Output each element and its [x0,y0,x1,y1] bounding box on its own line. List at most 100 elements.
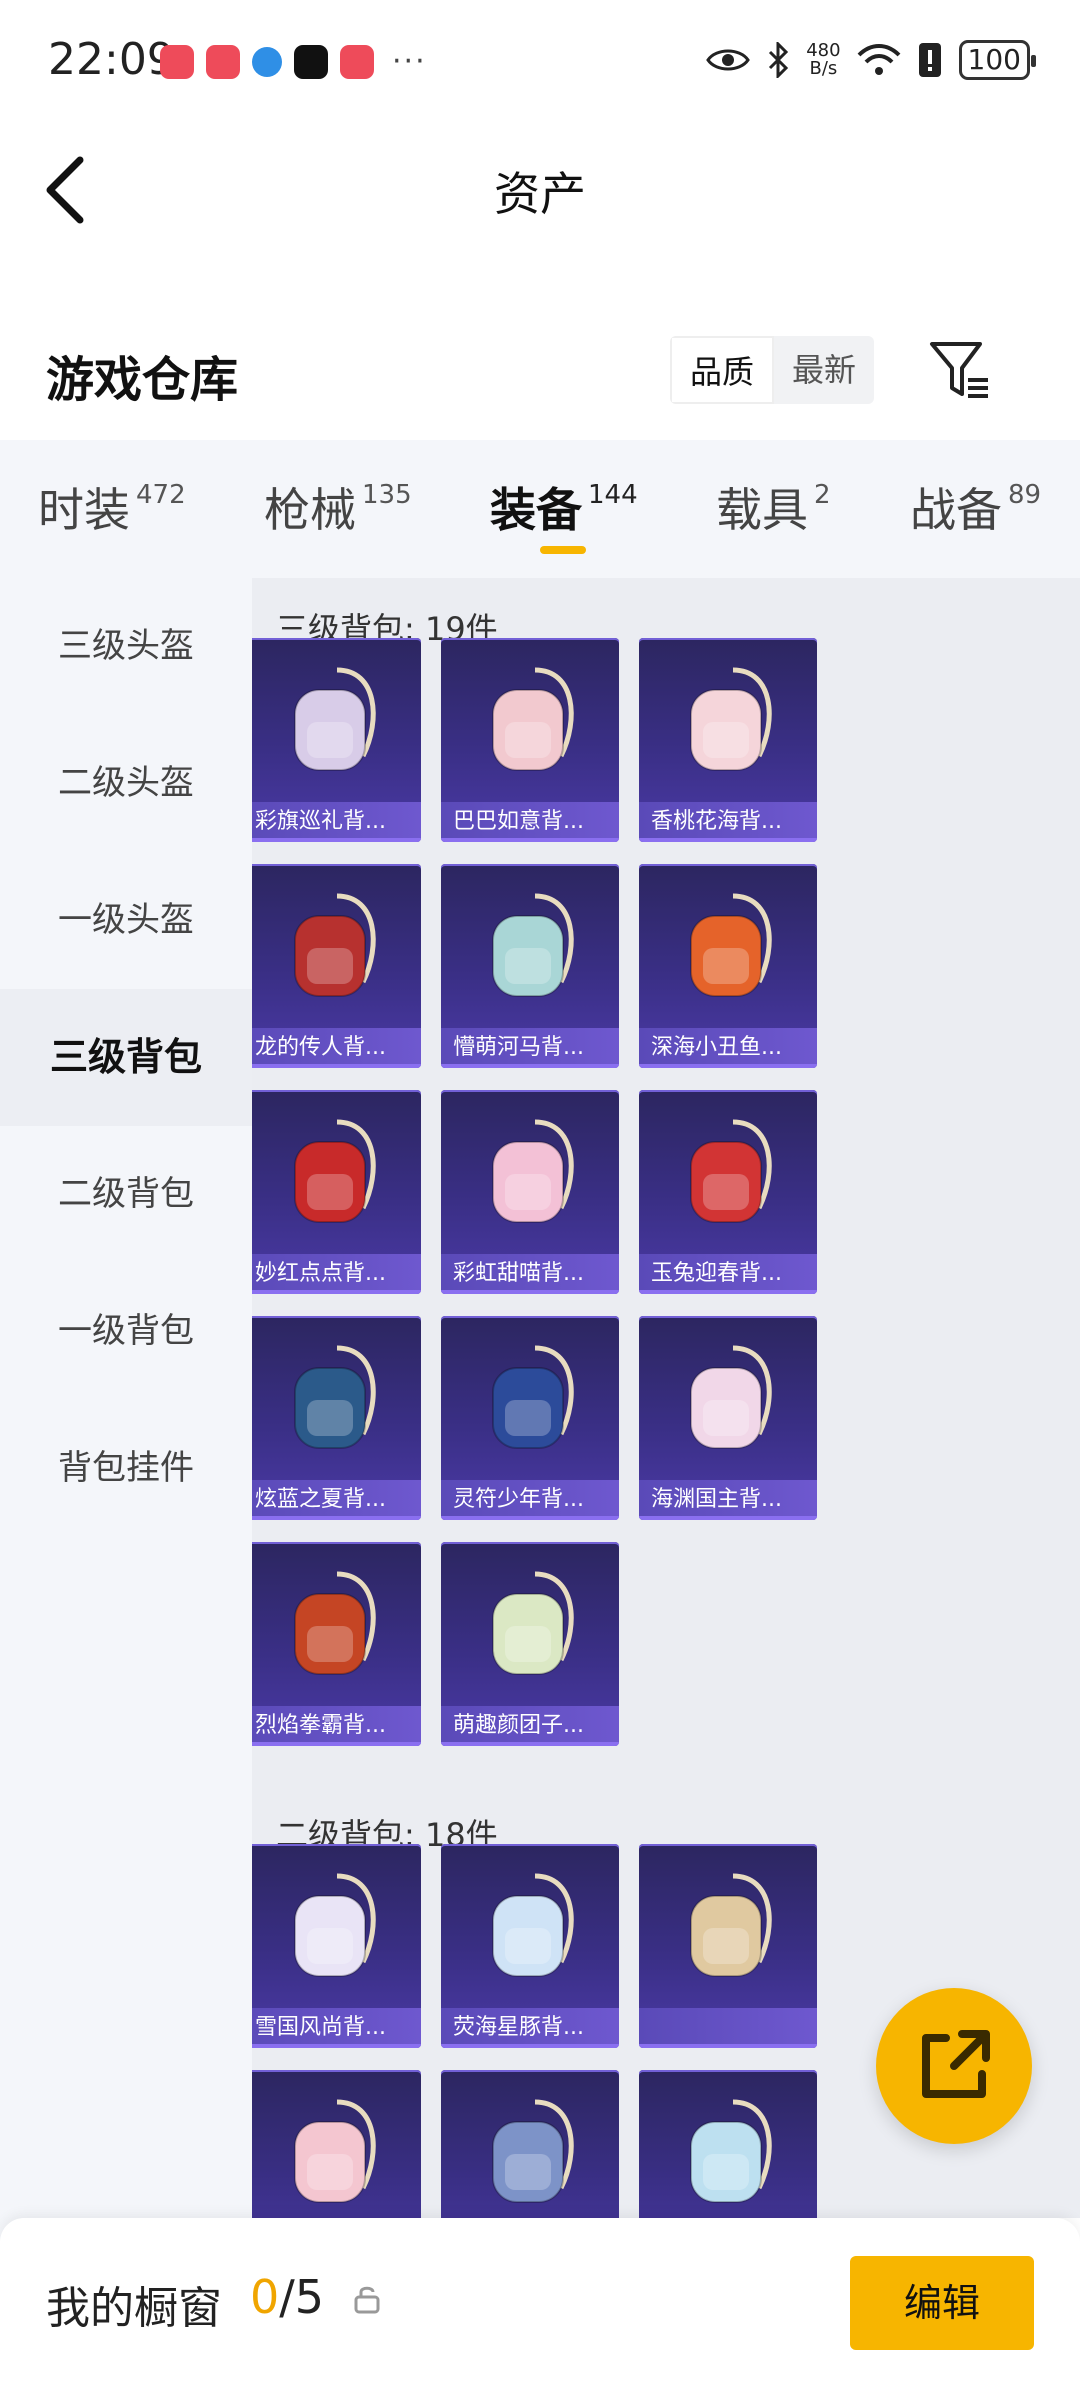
backpack-icon [294,1873,376,1977]
network-speed: 480 B/s [806,40,841,79]
backpack-icon [492,1571,574,1675]
item-card-label: 香桃花海背... [639,802,817,842]
warehouse-title: 游戏仓库 [46,352,239,408]
sim-alert-icon [918,43,941,77]
tab-combat-gear[interactable]: 战备 89 [910,474,1041,540]
item-grid: 三级背包: 19件 二级背包: 18件 其乐融融背...彩旗巡礼背...巴巴如意… [252,578,1080,2218]
backpack-icon [690,1119,772,1223]
item-card[interactable] [441,2070,619,2218]
sidebar-item-level2-helmet[interactable]: 二级头盔 [0,715,252,852]
item-card-label: 玉兔迎春背... [639,1254,817,1294]
backpack-icon [690,667,772,771]
backpack-icon [294,893,376,997]
backpack-icon [294,1119,376,1223]
item-card[interactable] [639,2070,817,2218]
red-app-icon [206,44,240,79]
backpack-icon [690,1873,772,1977]
tab-fashion[interactable]: 时装 472 [38,474,186,540]
item-card[interactable] [252,2070,421,2218]
item-card[interactable]: 炫蓝之夏背... [252,1316,421,1520]
wifi-icon [857,44,900,75]
bottom-bar: 我的橱窗 0/5 编辑 [0,2218,1080,2382]
item-card[interactable]: 海渊国主背... [639,1316,817,1520]
showcase-count: 0/5 [250,2270,325,2324]
backpack-icon [294,667,376,771]
status-time: 22:09 [48,34,175,85]
my-showcase-label: 我的橱窗 [46,2283,222,2334]
battery-indicator: 100 [958,40,1037,80]
edit-button[interactable]: 编辑 [850,2256,1034,2350]
status-bar: 22:09 ··· 480 B/s 100 [0,0,1080,130]
item-card[interactable]: 彩虹甜喵背... [441,1090,619,1294]
lock-icon [354,2286,380,2314]
notification-icons: ··· [160,44,427,79]
tab-equipment[interactable]: 装备 144 [490,474,638,540]
subcategory-sidebar: 三级头盔 二级头盔 一级头盔 三级背包 二级背包 一级背包 背包挂件 [0,578,252,2278]
sidebar-item-level3-helmet[interactable]: 三级头盔 [0,578,252,715]
backpack-icon [294,1345,376,1449]
item-card-label: 萌趣颜团子... [441,1706,619,1746]
backpack-icon [492,893,574,997]
sort-toggle: 品质 最新 [670,336,875,404]
backpack-icon [492,1873,574,1977]
red-app-icon [340,44,374,79]
item-card[interactable]: 懵萌河马背... [441,864,619,1068]
asset-page: 22:09 ··· 480 B/s 100 资产 游戏仓库 品质 最新 时装 4… [0,0,1080,2382]
tab-firearms[interactable]: 枪械 135 [264,474,412,540]
backpack-icon [492,2099,574,2203]
bluetooth-icon [769,42,789,78]
item-card-label [639,2008,817,2048]
item-card-label: 妙红点点背... [252,1254,421,1294]
tab-vehicles[interactable]: 载具 2 [716,474,831,540]
item-card[interactable]: 烈焰拳霸背... [252,1542,421,1746]
item-card[interactable]: 荧海星豚背... [441,1844,619,2048]
backpack-icon [492,1345,574,1449]
active-tab-indicator [540,546,586,554]
item-card[interactable]: 龙的传人背... [252,864,421,1068]
item-card[interactable]: 香桃花海背... [639,638,817,842]
item-card[interactable]: 雪国风尚背... [252,1844,421,2048]
sidebar-item-level1-helmet[interactable]: 一级头盔 [0,852,252,989]
backpack-icon [690,1345,772,1449]
item-card[interactable] [639,1844,817,2048]
sort-newest-button[interactable]: 最新 [774,336,874,404]
system-icons: 480 B/s 100 [706,40,1037,80]
sidebar-item-level3-backpack[interactable]: 三级背包 [0,989,252,1126]
item-card-label: 懵萌河马背... [441,1028,619,1068]
item-card-label: 彩旗巡礼背... [252,802,421,842]
sidebar-item-level2-backpack[interactable]: 二级背包 [0,1126,252,1263]
backpack-icon [492,667,574,771]
item-card[interactable]: 萌趣颜团子... [441,1542,619,1746]
item-card-label: 荧海星豚背... [441,2008,619,2048]
item-card-label: 海渊国主背... [639,1480,817,1520]
external-link-icon [922,2030,990,2098]
backpack-icon [690,893,772,997]
more-notifications-icon: ··· [392,44,427,79]
item-card-label: 烈焰拳霸背... [252,1706,421,1746]
item-card-label: 巴巴如意背... [441,802,619,842]
item-card[interactable]: 玉兔迎春背... [639,1090,817,1294]
sidebar-item-backpack-pendant[interactable]: 背包挂件 [0,1400,252,1537]
item-card-label: 龙的传人背... [252,1028,421,1068]
backpack-icon [690,2099,772,2203]
category-tabs: 时装 472 枪械 135 装备 144 载具 2 战备 89 [0,440,1080,578]
item-card-label: 炫蓝之夏背... [252,1480,421,1520]
page-title: 资产 [494,167,586,221]
eye-icon [706,49,750,71]
item-card-label: 深海小丑鱼... [639,1028,817,1068]
filter-icon[interactable] [928,338,992,402]
item-card-label: 雪国风尚背... [252,2008,421,2048]
item-card-label: 灵符少年背... [441,1480,619,1520]
sort-quality-button[interactable]: 品质 [670,336,775,404]
item-card[interactable]: 灵符少年背... [441,1316,619,1520]
item-card[interactable]: 妙红点点背... [252,1090,421,1294]
share-button[interactable] [876,1988,1032,2144]
item-card[interactable]: 彩旗巡礼背... [252,638,421,842]
backpack-icon [294,2099,376,2203]
item-card[interactable]: 巴巴如意背... [441,638,619,842]
backpack-icon [492,1119,574,1223]
blue-app-icon [252,46,282,77]
sidebar-item-level1-backpack[interactable]: 一级背包 [0,1263,252,1400]
item-card[interactable]: 深海小丑鱼... [639,864,817,1068]
tiktok-icon [294,44,328,79]
